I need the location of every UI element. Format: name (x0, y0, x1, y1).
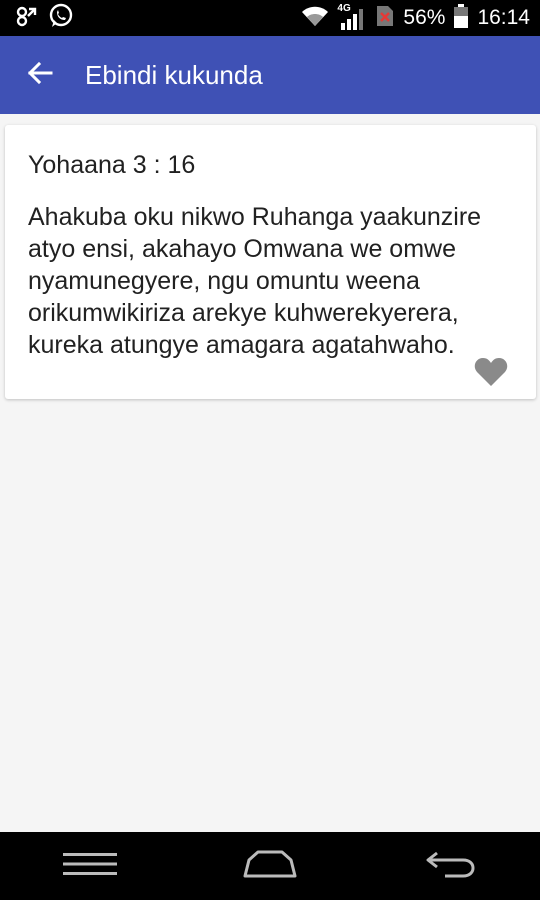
favorites-list: Yohaana 3 : 16 Ahakuba oku nikwo Ruhanga… (0, 114, 540, 832)
wifi-icon (301, 5, 329, 32)
app-bar: Ebindi kukunda (0, 36, 540, 114)
system-back-button[interactable] (405, 836, 495, 896)
home-icon (243, 850, 297, 883)
status-left (14, 3, 74, 34)
navigation-bar (0, 832, 540, 900)
status-right: 4G 56% 16:14 (301, 3, 530, 33)
status-bar: 4G 56% 16:14 (0, 0, 540, 36)
verse-text: Ahakuba oku nikwo Ruhanga yaakunzire aty… (28, 203, 482, 359)
back-icon (425, 849, 475, 884)
verse-card[interactable]: Yohaana 3 : 16 Ahakuba oku nikwo Ruhanga… (5, 125, 536, 399)
battery-icon (453, 3, 469, 33)
verse-reference: Yohaana 3 : 16 (28, 151, 196, 179)
clock: 16:14 (477, 6, 530, 29)
whatsapp-icon (48, 3, 74, 34)
menu-button[interactable] (45, 836, 135, 896)
no-sim-icon (375, 4, 395, 33)
arrow-back-icon (27, 60, 53, 91)
battery-percent: 56% (403, 6, 446, 29)
heart-icon (474, 358, 508, 391)
back-button[interactable] (0, 36, 80, 114)
favorite-button[interactable] (474, 357, 508, 387)
signal-icon: 4G (337, 3, 367, 31)
home-button[interactable] (225, 836, 315, 896)
sync-icon (14, 4, 38, 33)
menu-icon (63, 852, 117, 881)
page-title: Ebindi kukunda (85, 59, 263, 90)
